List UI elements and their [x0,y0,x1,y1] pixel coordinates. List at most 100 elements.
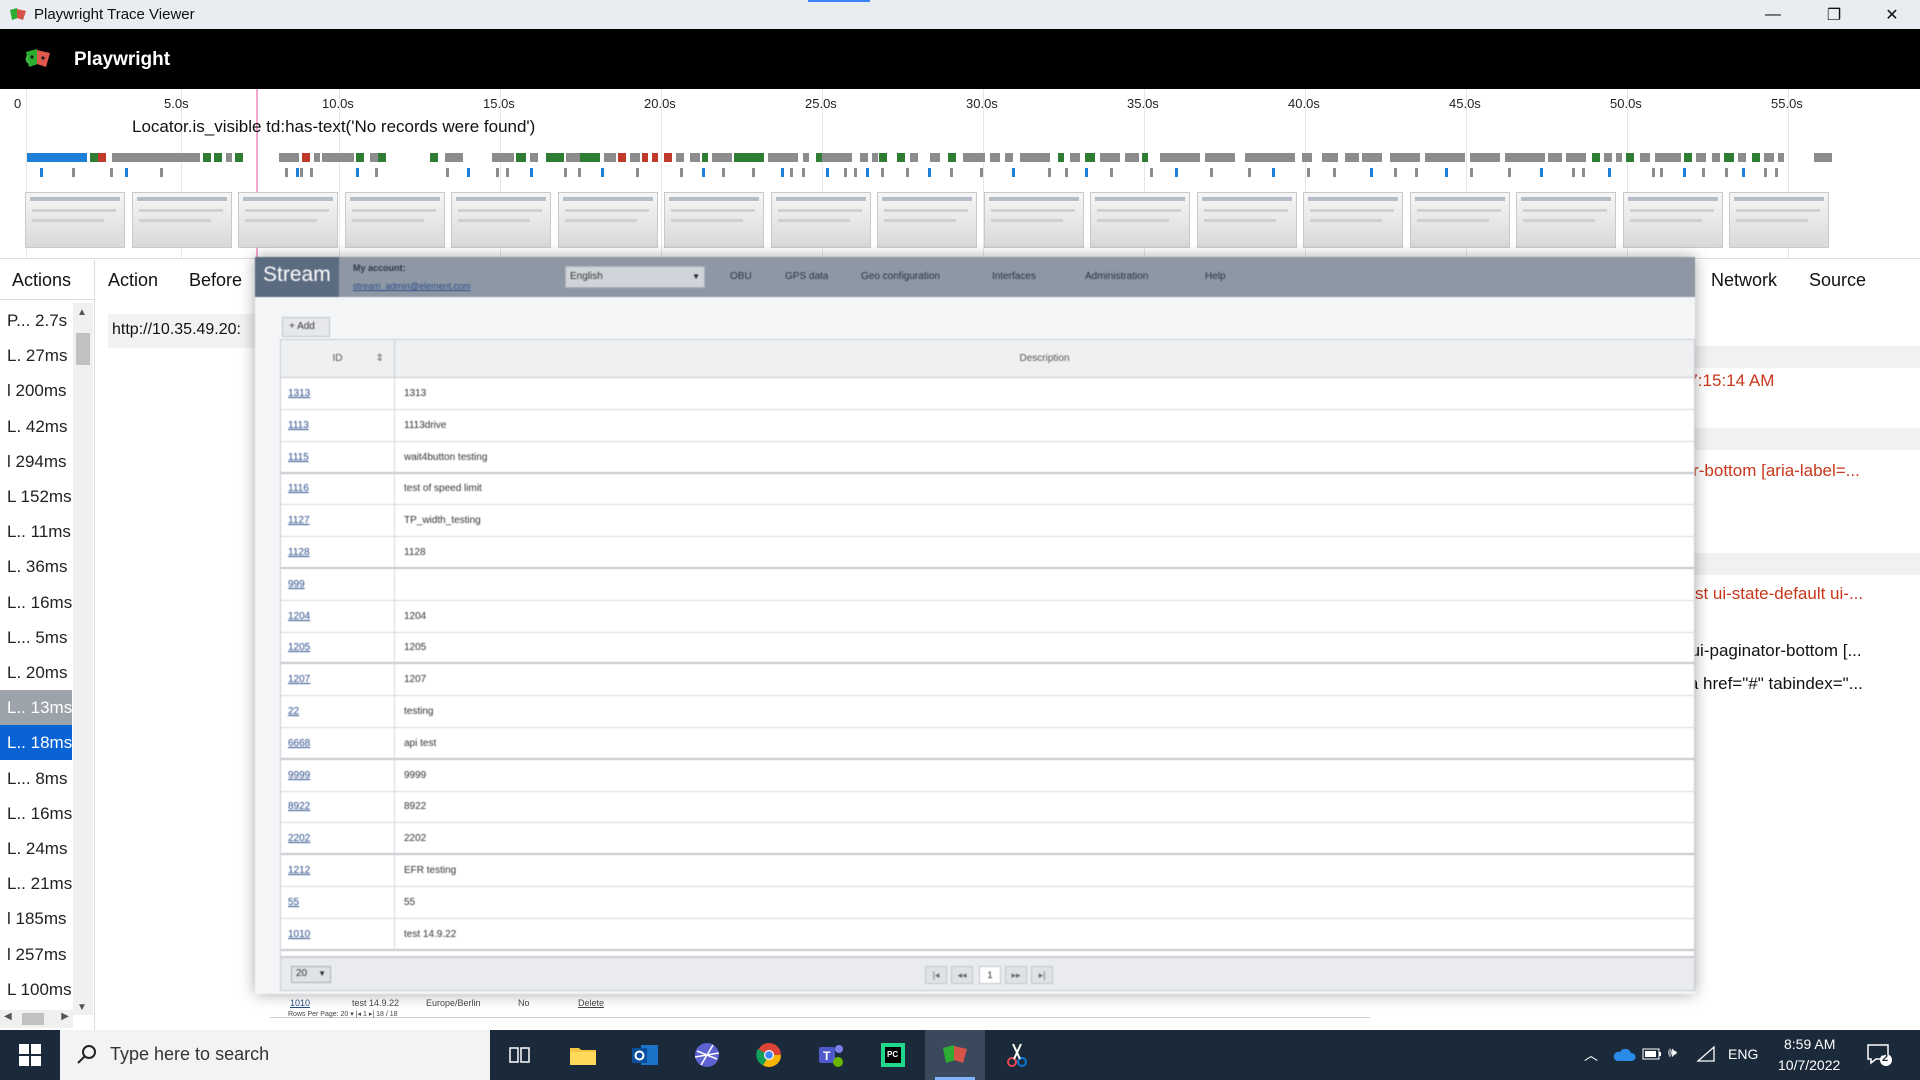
filmstrip-thumbnail[interactable] [1196,192,1297,248]
volume-icon[interactable]: 🕪 [1668,1044,1677,1061]
scroll-up-icon[interactable]: ▲ [77,307,87,318]
timeline-action-bar[interactable] [516,153,526,162]
timeline-action-bar[interactable] [1245,153,1295,162]
filmstrip-thumbnail[interactable] [25,192,125,248]
timeline-action-bar[interactable] [1712,153,1720,162]
snapshot-menu-item[interactable]: Help [1205,271,1226,282]
filmstrip-thumbnail[interactable] [557,192,658,248]
timeline-action-bar[interactable] [604,153,616,162]
file-explorer-button[interactable] [553,1030,613,1080]
timeline-action-bar[interactable] [822,153,852,162]
timeline-action-bar[interactable] [1362,153,1382,162]
tab-actions[interactable]: Actions [0,260,95,300]
timeline-action-bar[interactable] [1752,153,1760,162]
row-id-link[interactable]: 6668 [288,738,310,749]
timeline-action-bar[interactable] [1592,153,1600,162]
row-id-link[interactable]: 1113 [288,420,309,431]
timeline-action-bar[interactable] [1738,153,1746,162]
timeline-action-bar[interactable] [1125,153,1139,162]
timeline-action-bar[interactable] [1302,153,1312,162]
row-id-link[interactable]: 9999 [288,770,310,781]
timeline-action-bar[interactable] [314,153,320,162]
filmstrip-thumbnail[interactable] [1516,192,1616,248]
minimize-button[interactable]: — [1745,0,1801,29]
action-item[interactable]: l 257ms [0,937,72,972]
timeline-action-bar[interactable] [963,153,985,162]
clock-date[interactable]: 10/7/2022 [1778,1057,1840,1073]
timeline-action-bar[interactable] [530,153,538,162]
scroll-right-icon[interactable]: ▶ [61,1011,69,1022]
timeline-action-bar[interactable] [1005,153,1013,162]
timeline[interactable]: 0 5.0s 10.0s 15.0s 20.0s 25.0s 30.0s 35.0s 40.0s… [0,89,1920,259]
action-item[interactable]: l 185ms [0,901,72,936]
filmstrip-thumbnail[interactable] [877,192,977,248]
timeline-action-bar[interactable] [445,153,463,162]
pager-nav-button[interactable]: |◂ [925,966,947,984]
horizontal-scrollbar-thumb[interactable] [22,1013,44,1025]
timeline-action-bar[interactable] [1566,153,1586,162]
action-item[interactable]: L. 20ms [0,655,72,690]
timeline-action-bar[interactable] [860,153,868,162]
timeline-action-bar[interactable] [1085,153,1095,162]
timeline-action-bar[interactable] [1425,153,1465,162]
row-id-link[interactable]: 1313 [288,388,310,399]
wifi-icon[interactable] [1696,1045,1716,1063]
row-id-link[interactable]: 1127 [288,515,310,526]
tab-before[interactable]: Before [189,270,242,291]
snapshot-menu-item[interactable]: Administration [1085,271,1148,282]
timeline-action-bar[interactable] [618,153,626,162]
timeline-action-bar[interactable] [322,153,354,162]
timeline-action-bar[interactable] [642,153,648,162]
action-item[interactable]: l 294ms [0,444,72,479]
snapshot-menu-item[interactable]: Interfaces [992,271,1036,282]
filmstrip-thumbnail[interactable] [1729,192,1829,248]
snapshot-language-select[interactable]: English ▼ [565,266,705,288]
pager-nav-button[interactable]: ◂◂ [951,966,973,984]
action-item[interactable]: P... 2.7s [0,303,72,338]
timeline-action-bar[interactable] [1626,153,1634,162]
timeline-action-bar[interactable] [1322,153,1338,162]
timeline-action-bar[interactable] [897,153,905,162]
action-item[interactable]: L.. 21ms [0,866,72,901]
snapshot-menu-item[interactable]: Geo configuration [861,271,940,282]
timeline-action-bar[interactable] [768,153,798,162]
timeline-action-bar[interactable] [546,153,564,162]
pager-nav-button[interactable]: ▸| [1031,966,1053,984]
close-button[interactable]: ✕ [1864,0,1920,29]
timeline-action-bar[interactable] [1764,153,1774,162]
filmstrip-thumbnail[interactable] [131,192,232,248]
timeline-action-bar[interactable] [1814,153,1832,162]
scrollbar-thumb[interactable] [76,333,90,365]
filmstrip-thumbnail[interactable] [1409,192,1510,248]
row-id-link[interactable]: 1212 [288,865,310,876]
timeline-action-bar[interactable] [1505,153,1545,162]
timeline-action-bar[interactable] [356,153,364,162]
timeline-action-bar[interactable] [370,153,378,162]
timeline-action-bar[interactable] [1640,153,1650,162]
outlook-button[interactable] [615,1030,675,1080]
timeline-action-bar[interactable] [676,153,684,162]
snapshot-account-email[interactable]: stream_admin@element.com [353,281,471,291]
action-item[interactable]: l 200ms [0,373,72,408]
action-item[interactable]: L. 42ms [0,409,72,444]
input-language[interactable]: ENG [1728,1046,1758,1062]
timeline-action-bar[interactable] [90,153,98,162]
snapshot-menu-item[interactable]: OBU [730,271,752,282]
action-item[interactable]: L 152ms [0,479,72,514]
action-item[interactable]: L.. 13ms [0,690,72,726]
pycharm-button[interactable]: PC [863,1030,923,1080]
playwright-taskbar-button[interactable] [925,1030,985,1080]
row-id-link[interactable]: 55 [288,897,299,908]
scroll-left-icon[interactable]: ◀ [4,1011,12,1022]
timeline-action-bar[interactable] [112,153,200,162]
timeline-action-bar[interactable] [734,153,764,162]
timeline-action-bar[interactable] [1160,153,1200,162]
timeline-action-bar[interactable] [1100,153,1120,162]
timeline-action-bar[interactable] [712,153,732,162]
clock-time[interactable]: 8:59 AM [1784,1036,1835,1052]
row-id-link[interactable]: 8922 [288,801,310,812]
action-item[interactable]: L. 36ms [0,549,72,584]
snapshot-add-button[interactable]: + Add [282,317,330,337]
filmstrip-thumbnail[interactable] [770,192,871,248]
underlying-row-delete[interactable]: Delete [578,998,604,1008]
